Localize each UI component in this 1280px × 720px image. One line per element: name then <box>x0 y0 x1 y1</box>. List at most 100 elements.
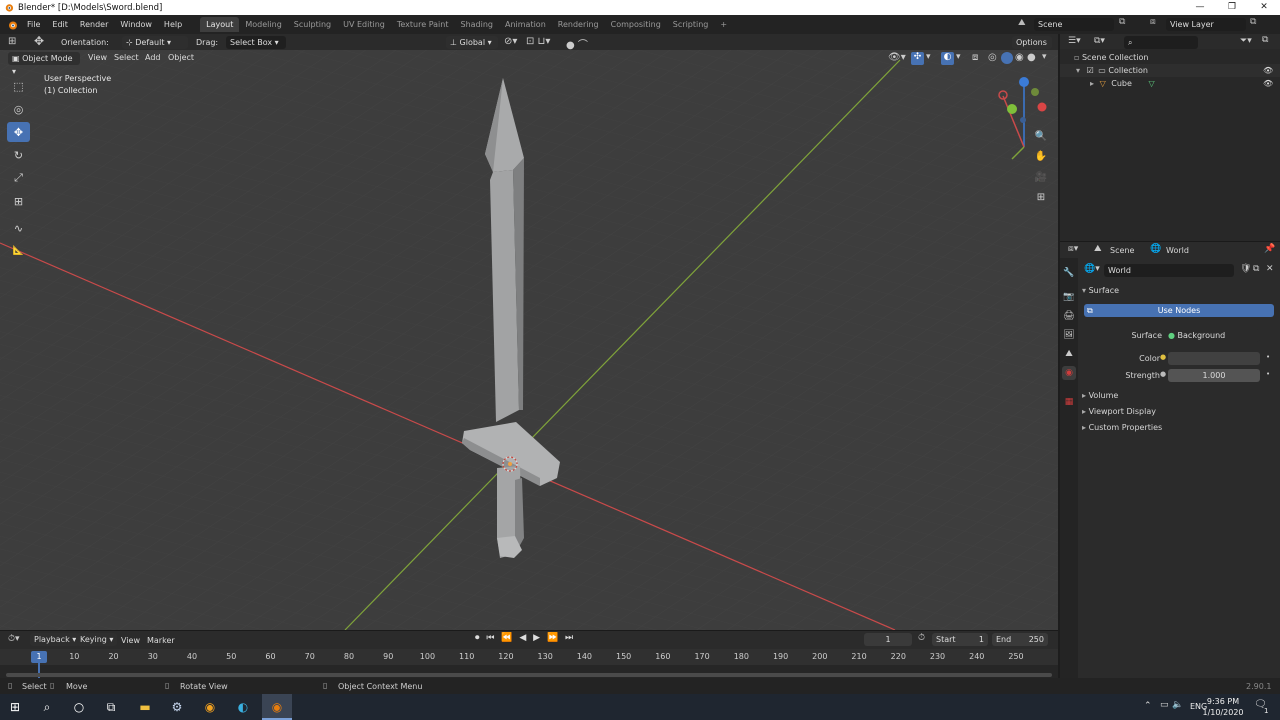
render-tab-icon[interactable]: 📷 <box>1062 290 1076 304</box>
custom-properties-panel-header[interactable]: ▸ Custom Properties <box>1082 423 1162 432</box>
tab-compositing[interactable]: Compositing <box>605 17 667 32</box>
strength-socket-icon[interactable]: ● <box>1160 370 1166 378</box>
strength-field[interactable]: 1.000 <box>1168 369 1260 382</box>
tab-rendering[interactable]: Rendering <box>552 17 605 32</box>
view-layer-tab-icon[interactable]: 🖼 <box>1062 328 1076 342</box>
expand-arrow-icon[interactable]: ▸ <box>1090 79 1094 88</box>
visibility-icon[interactable]: 👁▾ <box>888 52 906 63</box>
timeline-menu-view[interactable]: View <box>121 636 140 645</box>
network-icon[interactable]: ▭ <box>1160 700 1169 710</box>
chrome-icon[interactable]: ◉ <box>199 697 221 717</box>
pin-icon[interactable]: 📌 <box>1264 244 1275 254</box>
measure-tool[interactable]: 📐 <box>7 241 30 261</box>
orientation-dropdown[interactable]: ⊹ Default ▾ <box>122 36 188 49</box>
properties-editor-icon[interactable]: ⧈▾ <box>1068 244 1078 254</box>
tray-chevron-icon[interactable]: ⌃ <box>1144 701 1152 711</box>
playback-menu[interactable]: Playback ▾ <box>30 633 81 646</box>
transform-tool[interactable]: ⊞ <box>7 191 30 211</box>
tab-animation[interactable]: Animation <box>499 17 552 32</box>
cube-visibility-icon[interactable]: 👁 <box>1263 77 1273 90</box>
blender-menu-icon[interactable] <box>6 19 18 31</box>
annotate-tool[interactable]: ∿ <box>7 218 30 238</box>
overlay-dropdown-icon[interactable]: ▾ <box>956 52 961 62</box>
cursor-tool[interactable]: ◎ <box>7 99 30 119</box>
ortho-toggle-icon[interactable]: ⊞ <box>1032 189 1050 207</box>
add-workspace-button[interactable]: + <box>714 17 733 32</box>
scene-selector[interactable]: Scene <box>1034 18 1114 31</box>
fake-user-shield-icon[interactable]: 🛡 <box>1240 264 1251 274</box>
menu-help[interactable]: Help <box>158 20 188 29</box>
clock[interactable]: 9:36 PM 1/10/2020 <box>1200 696 1246 718</box>
steam-icon[interactable]: ⚙ <box>166 697 188 717</box>
overlay-toggle-icon[interactable]: ◐ <box>941 52 954 65</box>
current-frame-field[interactable]: 1 <box>864 633 912 646</box>
shading-dropdown-icon[interactable]: ▾ <box>1042 52 1047 62</box>
view-layer-icon[interactable]: ⧈ <box>1150 17 1156 27</box>
timeline-menu-marker[interactable]: Marker <box>147 636 175 645</box>
viewport-menu-object[interactable]: Object <box>168 53 194 62</box>
editor-type-icon[interactable]: ⊞ <box>8 36 16 47</box>
search-icon[interactable]: ⌕ <box>36 697 58 717</box>
menu-file[interactable]: File <box>21 20 46 29</box>
zoom-icon[interactable]: 🔍 <box>1032 128 1050 146</box>
unlink-world-icon[interactable]: ✕ <box>1266 264 1274 274</box>
transform-orientation-dropdown[interactable]: ⊥ Global ▾ <box>446 36 498 49</box>
pivot-icon[interactable]: ⊘▾ <box>504 36 517 47</box>
rendered-shading-icon[interactable]: ● <box>1027 52 1036 63</box>
menu-render[interactable]: Render <box>74 20 114 29</box>
display-mode-icon[interactable]: ⧉▾ <box>1094 36 1105 46</box>
outliner-row-collection[interactable]: ▾ ☑ ▭ Collection 👁 <box>1060 64 1280 77</box>
surface-panel-header[interactable]: ▾ Surface <box>1082 286 1119 295</box>
tab-layout[interactable]: Layout <box>200 17 240 32</box>
collection-visibility-icon[interactable]: 👁 <box>1263 64 1273 77</box>
surface-shader-field[interactable]: ● Background <box>1164 329 1260 342</box>
windows-start-icon[interactable]: ⊞ <box>4 697 26 717</box>
tab-shading[interactable]: Shading <box>454 17 499 32</box>
view-layer-selector[interactable]: View Layer <box>1166 18 1246 31</box>
tab-modeling[interactable]: Modeling <box>239 17 287 32</box>
world-tab-icon[interactable]: ◉ <box>1062 366 1076 380</box>
checkbox-icon[interactable]: ☑ <box>1087 66 1094 75</box>
expand-arrow-icon[interactable]: ▾ <box>1076 66 1080 75</box>
world-name-field[interactable]: World <box>1104 264 1234 277</box>
volume-panel-header[interactable]: ▸ Volume <box>1082 391 1118 400</box>
color-keyframe-icon[interactable]: • <box>1266 353 1270 361</box>
scene-icon[interactable]: ⛰ <box>1018 18 1026 28</box>
pan-hand-icon[interactable]: ✋ <box>1032 148 1050 166</box>
snap-icon[interactable]: ⊡ ⊔▾ <box>526 36 550 47</box>
rotate-tool[interactable]: ↻ <box>7 145 30 165</box>
start-frame-field[interactable]: Start 1 <box>932 633 988 646</box>
maximize-button[interactable]: ❐ <box>1216 0 1248 15</box>
xray-icon[interactable]: ⧈ <box>972 52 978 63</box>
viewport-menu-add[interactable]: Add <box>145 53 161 62</box>
texture-tab-icon[interactable]: ▦ <box>1062 395 1076 409</box>
solid-shading-icon[interactable] <box>1001 52 1013 64</box>
tab-scripting[interactable]: Scripting <box>667 17 715 32</box>
new-scene-icon[interactable]: ⧉ <box>1119 17 1125 27</box>
output-tab-icon[interactable]: 🖨 <box>1062 309 1076 323</box>
wireframe-shading-icon[interactable]: ◎ <box>988 52 997 63</box>
task-view-icon[interactable]: ⧉ <box>100 697 122 717</box>
gizmo-dropdown-icon[interactable]: ▾ <box>926 52 931 62</box>
new-collection-icon[interactable]: ⧉ <box>1262 35 1268 45</box>
tab-uv-editing[interactable]: UV Editing <box>337 17 391 32</box>
edge-icon[interactable]: ◐ <box>232 697 254 717</box>
3d-viewport[interactable]: ▣ Object Mode ▾ View Select Add Object 👁… <box>0 50 1058 630</box>
close-window-button[interactable]: ✕ <box>1248 0 1280 15</box>
mesh-data-icon[interactable]: ▽ <box>1148 79 1154 88</box>
camera-view-icon[interactable]: 🎥 <box>1032 169 1050 187</box>
keying-menu[interactable]: Keying ▾ <box>76 633 118 646</box>
proportional-edit-icon[interactable]: ● ⌒ <box>566 36 588 51</box>
scene-tab-icon[interactable]: ⛰ <box>1062 347 1076 361</box>
material-shading-icon[interactable]: ◉ <box>1015 52 1024 63</box>
scale-tool[interactable]: ⤢ <box>7 168 30 188</box>
new-world-icon[interactable]: ⧉ <box>1253 264 1259 274</box>
viewport-menu-view[interactable]: View <box>88 53 107 62</box>
cortana-icon[interactable]: ○ <box>68 697 90 717</box>
minimize-button[interactable]: — <box>1184 0 1216 15</box>
options-dropdown[interactable]: Options ▾ <box>1012 36 1052 60</box>
menu-edit[interactable]: Edit <box>46 20 74 29</box>
color-swatch[interactable] <box>1168 352 1260 365</box>
file-explorer-icon[interactable]: ▬ <box>134 697 156 717</box>
color-socket-icon[interactable]: ● <box>1160 353 1166 361</box>
